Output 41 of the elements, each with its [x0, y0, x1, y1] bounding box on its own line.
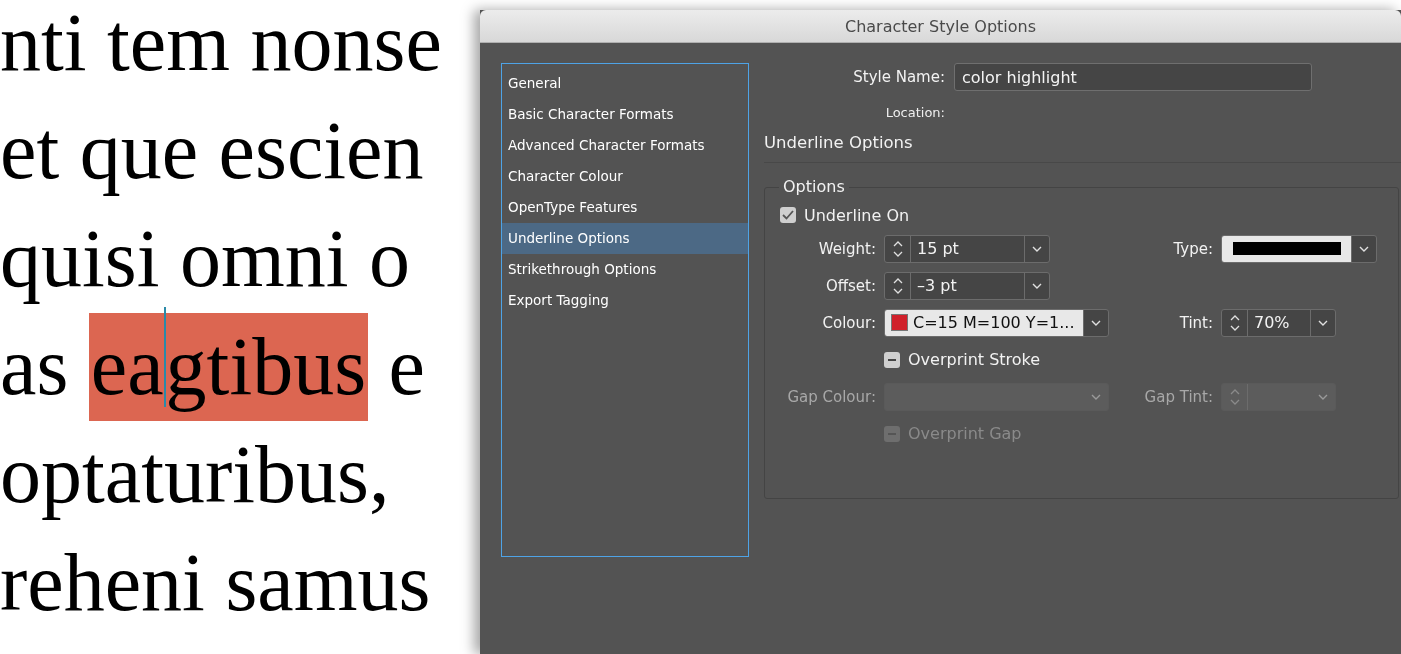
- section-title: Underline Options: [764, 133, 1401, 163]
- category-item[interactable]: General: [502, 68, 748, 99]
- category-item[interactable]: OpenType Features: [502, 192, 748, 223]
- document-text: reheni samus: [0, 542, 431, 624]
- chevron-down-icon: [1318, 319, 1328, 326]
- line-type-dropdown[interactable]: [1221, 234, 1377, 263]
- chevron-down-icon: [1318, 393, 1328, 400]
- chevron-down-icon: [1032, 282, 1042, 289]
- field-label: Offset:: [824, 276, 876, 295]
- category-item[interactable]: Underline Options: [502, 223, 748, 254]
- location-label: Location:: [884, 104, 945, 120]
- field-label: Colour:: [821, 313, 876, 332]
- colour-dropdown[interactable]: C=15 M=100 Y=1...: [884, 308, 1109, 337]
- field-label: Weight:: [817, 239, 876, 258]
- group-legend: Options: [779, 177, 849, 196]
- chevron-down-icon: [1359, 245, 1369, 252]
- spin-field[interactable]: 70%: [1221, 308, 1336, 337]
- checkbox[interactable]: Underline On: [780, 205, 910, 225]
- style-name-field[interactable]: color highlight: [954, 63, 1312, 91]
- document-text: as: [0, 326, 70, 408]
- chevron-down-icon: [1091, 393, 1101, 400]
- field-label: Gap Tint:: [1143, 387, 1213, 406]
- category-item[interactable]: Export Tagging: [502, 285, 748, 316]
- style-name-label: Style Name:: [852, 68, 945, 86]
- chevron-down-icon: [1091, 319, 1101, 326]
- spin-field[interactable]: 15 pt: [884, 234, 1050, 263]
- category-item[interactable]: Strikethrough Options: [502, 254, 748, 285]
- category-item[interactable]: Advanced Character Formats: [502, 130, 748, 161]
- checkbox[interactable]: Overprint Stroke: [884, 350, 1041, 369]
- field-label: Tint:: [1178, 313, 1213, 332]
- chevron-down-icon: [1032, 245, 1042, 252]
- field-label: Gap Colour:: [786, 387, 876, 406]
- spin-field[interactable]: –3 pt: [884, 271, 1050, 300]
- document-text: e: [387, 326, 425, 408]
- check-icon: [782, 210, 794, 220]
- window-title: Character Style Options: [844, 16, 1037, 36]
- field-label: Type:: [1172, 239, 1213, 258]
- category-item[interactable]: Basic Character Formats: [502, 99, 748, 130]
- minus-icon: [888, 358, 896, 361]
- category-item[interactable]: Character Colour: [502, 161, 748, 192]
- document-text: nti tem nonse: [0, 2, 442, 84]
